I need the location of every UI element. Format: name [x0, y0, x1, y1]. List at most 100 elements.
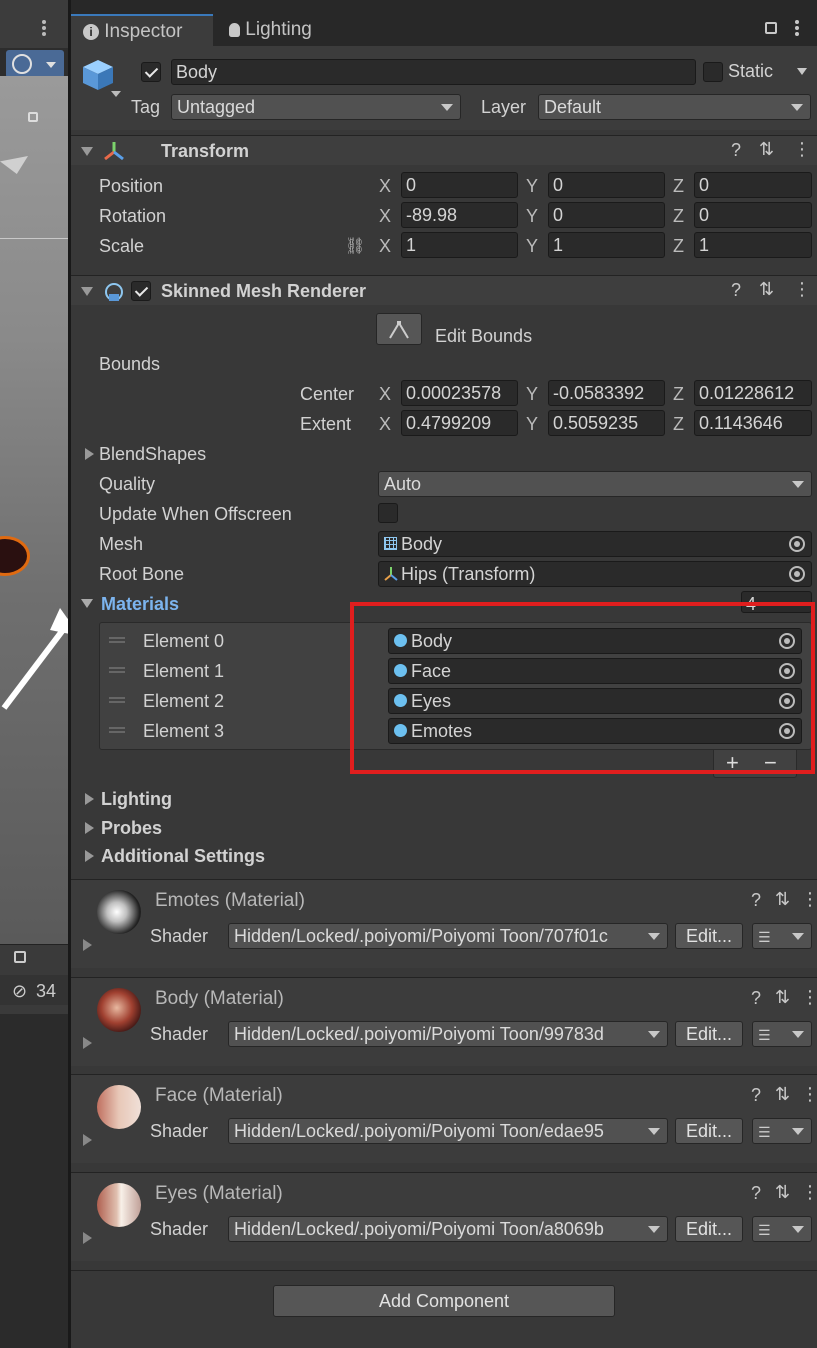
scene-view[interactable]: ⊘ 34 [0, 0, 68, 1348]
drag-handle-icon[interactable] [109, 697, 125, 703]
edit-shader-button[interactable]: Edit... [675, 1021, 743, 1047]
foldout-icon[interactable] [85, 822, 94, 834]
extent-x-field[interactable]: 0.4799209 [401, 410, 518, 436]
help-icon[interactable]: ? [751, 1183, 761, 1204]
rotation-y-field[interactable]: 0 [548, 202, 665, 228]
tag-dropdown[interactable]: Untagged [171, 94, 461, 120]
drag-handle-icon[interactable] [109, 727, 125, 733]
presets-icon[interactable]: ⇅ [775, 1182, 790, 1203]
lock-icon[interactable] [14, 951, 26, 963]
materials-foldout[interactable]: Materials [101, 594, 179, 615]
foldout-icon[interactable] [83, 939, 92, 951]
edit-shader-button[interactable]: Edit... [675, 923, 743, 949]
static-checkbox[interactable] [703, 62, 723, 82]
presets-icon[interactable]: ⇅ [759, 139, 774, 160]
shader-dropdown[interactable]: Hidden/Locked/.poiyomi/Poiyomi Toon/9978… [228, 1021, 668, 1047]
update-offscreen-checkbox[interactable] [378, 503, 398, 523]
presets-icon[interactable]: ⇅ [775, 987, 790, 1008]
center-y-field[interactable]: -0.0583392 [548, 380, 665, 406]
shader-options-dropdown[interactable]: ☰ [752, 1118, 812, 1144]
static-dropdown-caret[interactable] [797, 68, 807, 75]
help-icon[interactable]: ? [731, 280, 741, 301]
foldout-icon[interactable] [83, 1232, 92, 1244]
add-component-button[interactable]: Add Component [273, 1285, 615, 1317]
additional-settings-foldout[interactable]: Additional Settings [101, 846, 265, 867]
smr-header[interactable]: Skinned Mesh Renderer ? ⇅ ⋮ [71, 275, 817, 305]
blendshapes-foldout[interactable]: BlendShapes [99, 444, 206, 465]
bounds-label: Bounds [99, 354, 161, 374]
lightbulb-icon [229, 22, 240, 37]
object-picker-icon[interactable] [789, 566, 805, 582]
shader-value: Hidden/Locked/.poiyomi/Poiyomi Toon/9978… [234, 1024, 604, 1044]
help-icon[interactable]: ? [751, 1085, 761, 1106]
position-y-field[interactable]: 0 [548, 172, 665, 198]
root-bone-field[interactable]: Hips (Transform) [378, 561, 812, 587]
root-bone-label: Root Bone [99, 564, 185, 584]
active-checkbox[interactable] [141, 62, 161, 82]
shader-options-dropdown[interactable]: ☰ [752, 1216, 812, 1242]
foldout-icon[interactable] [85, 448, 94, 460]
icon-dropdown-caret[interactable] [111, 91, 121, 97]
more-icon[interactable]: ⋮ [801, 1182, 817, 1203]
transform-header[interactable]: Transform ? ⇅ ⋮ [71, 135, 817, 165]
scale-z-field[interactable]: 1 [694, 232, 812, 258]
foldout-icon[interactable] [83, 1134, 92, 1146]
help-icon[interactable]: ? [751, 890, 761, 911]
mesh-field[interactable]: Body [378, 531, 812, 557]
edit-shader-button[interactable]: Edit... [675, 1118, 743, 1144]
center-x-field[interactable]: 0.00023578 [401, 380, 518, 406]
foldout-icon[interactable] [85, 850, 94, 862]
more-icon[interactable] [42, 20, 46, 36]
shader-dropdown[interactable]: Hidden/Locked/.poiyomi/Poiyomi Toon/edae… [228, 1118, 668, 1144]
more-icon[interactable] [795, 20, 799, 36]
more-icon[interactable]: ⋮ [801, 889, 817, 910]
edit-shader-button[interactable]: Edit... [675, 1216, 743, 1242]
help-icon[interactable]: ? [731, 140, 741, 161]
gizmo-dropdown[interactable] [6, 50, 64, 78]
layer-dropdown[interactable]: Default [538, 94, 811, 120]
link-icon[interactable]: ⛓ [345, 236, 365, 256]
hidden-eye-icon[interactable]: ⊘ [12, 981, 27, 1002]
presets-icon[interactable]: ⇅ [775, 889, 790, 910]
position-z-field[interactable]: 0 [694, 172, 812, 198]
shader-options-dropdown[interactable]: ☰ [752, 923, 812, 949]
object-picker-icon[interactable] [789, 536, 805, 552]
extent-y-field[interactable]: 0.5059235 [548, 410, 665, 436]
more-icon[interactable]: ⋮ [793, 139, 811, 160]
lighting-foldout[interactable]: Lighting [101, 789, 172, 810]
presets-icon[interactable]: ⇅ [775, 1084, 790, 1105]
foldout-icon[interactable] [81, 147, 93, 156]
more-icon[interactable]: ⋮ [793, 279, 811, 300]
drag-handle-icon[interactable] [109, 637, 125, 643]
drag-handle-icon[interactable] [109, 667, 125, 673]
position-x-field[interactable]: 0 [401, 172, 518, 198]
shader-options-dropdown[interactable]: ☰ [752, 1021, 812, 1047]
extent-z-field[interactable]: 0.1143646 [694, 410, 812, 436]
rotation-x-field[interactable]: -89.98 [401, 202, 518, 228]
shader-dropdown[interactable]: Hidden/Locked/.poiyomi/Poiyomi Toon/707f… [228, 923, 668, 949]
tab-inspector[interactable]: i Inspector [71, 14, 213, 46]
center-z-field[interactable]: 0.01228612 [694, 380, 812, 406]
rotation-z-field[interactable]: 0 [694, 202, 812, 228]
axis-y-label: Y [526, 236, 539, 256]
shader-dropdown[interactable]: Hidden/Locked/.poiyomi/Poiyomi Toon/a806… [228, 1216, 668, 1242]
scale-y-field[interactable]: 1 [548, 232, 665, 258]
edit-bounds-button[interactable] [376, 313, 422, 345]
quality-dropdown[interactable]: Auto [378, 471, 812, 497]
more-icon[interactable]: ⋮ [801, 987, 817, 1008]
scene-viewport[interactable] [0, 76, 68, 944]
foldout-icon[interactable] [85, 793, 94, 805]
foldout-icon[interactable] [83, 1037, 92, 1049]
smr-enabled-checkbox[interactable] [131, 281, 151, 301]
object-name-field[interactable]: Body [171, 59, 696, 85]
lock-icon[interactable] [765, 22, 777, 34]
rotation-label: Rotation [99, 206, 167, 226]
foldout-icon[interactable] [81, 287, 93, 296]
more-icon[interactable]: ⋮ [801, 1084, 817, 1105]
tab-lighting[interactable]: Lighting [217, 14, 353, 46]
scale-x-field[interactable]: 1 [401, 232, 518, 258]
presets-icon[interactable]: ⇅ [759, 279, 774, 300]
foldout-icon[interactable] [81, 599, 93, 608]
help-icon[interactable]: ? [751, 988, 761, 1009]
probes-foldout[interactable]: Probes [101, 818, 162, 839]
